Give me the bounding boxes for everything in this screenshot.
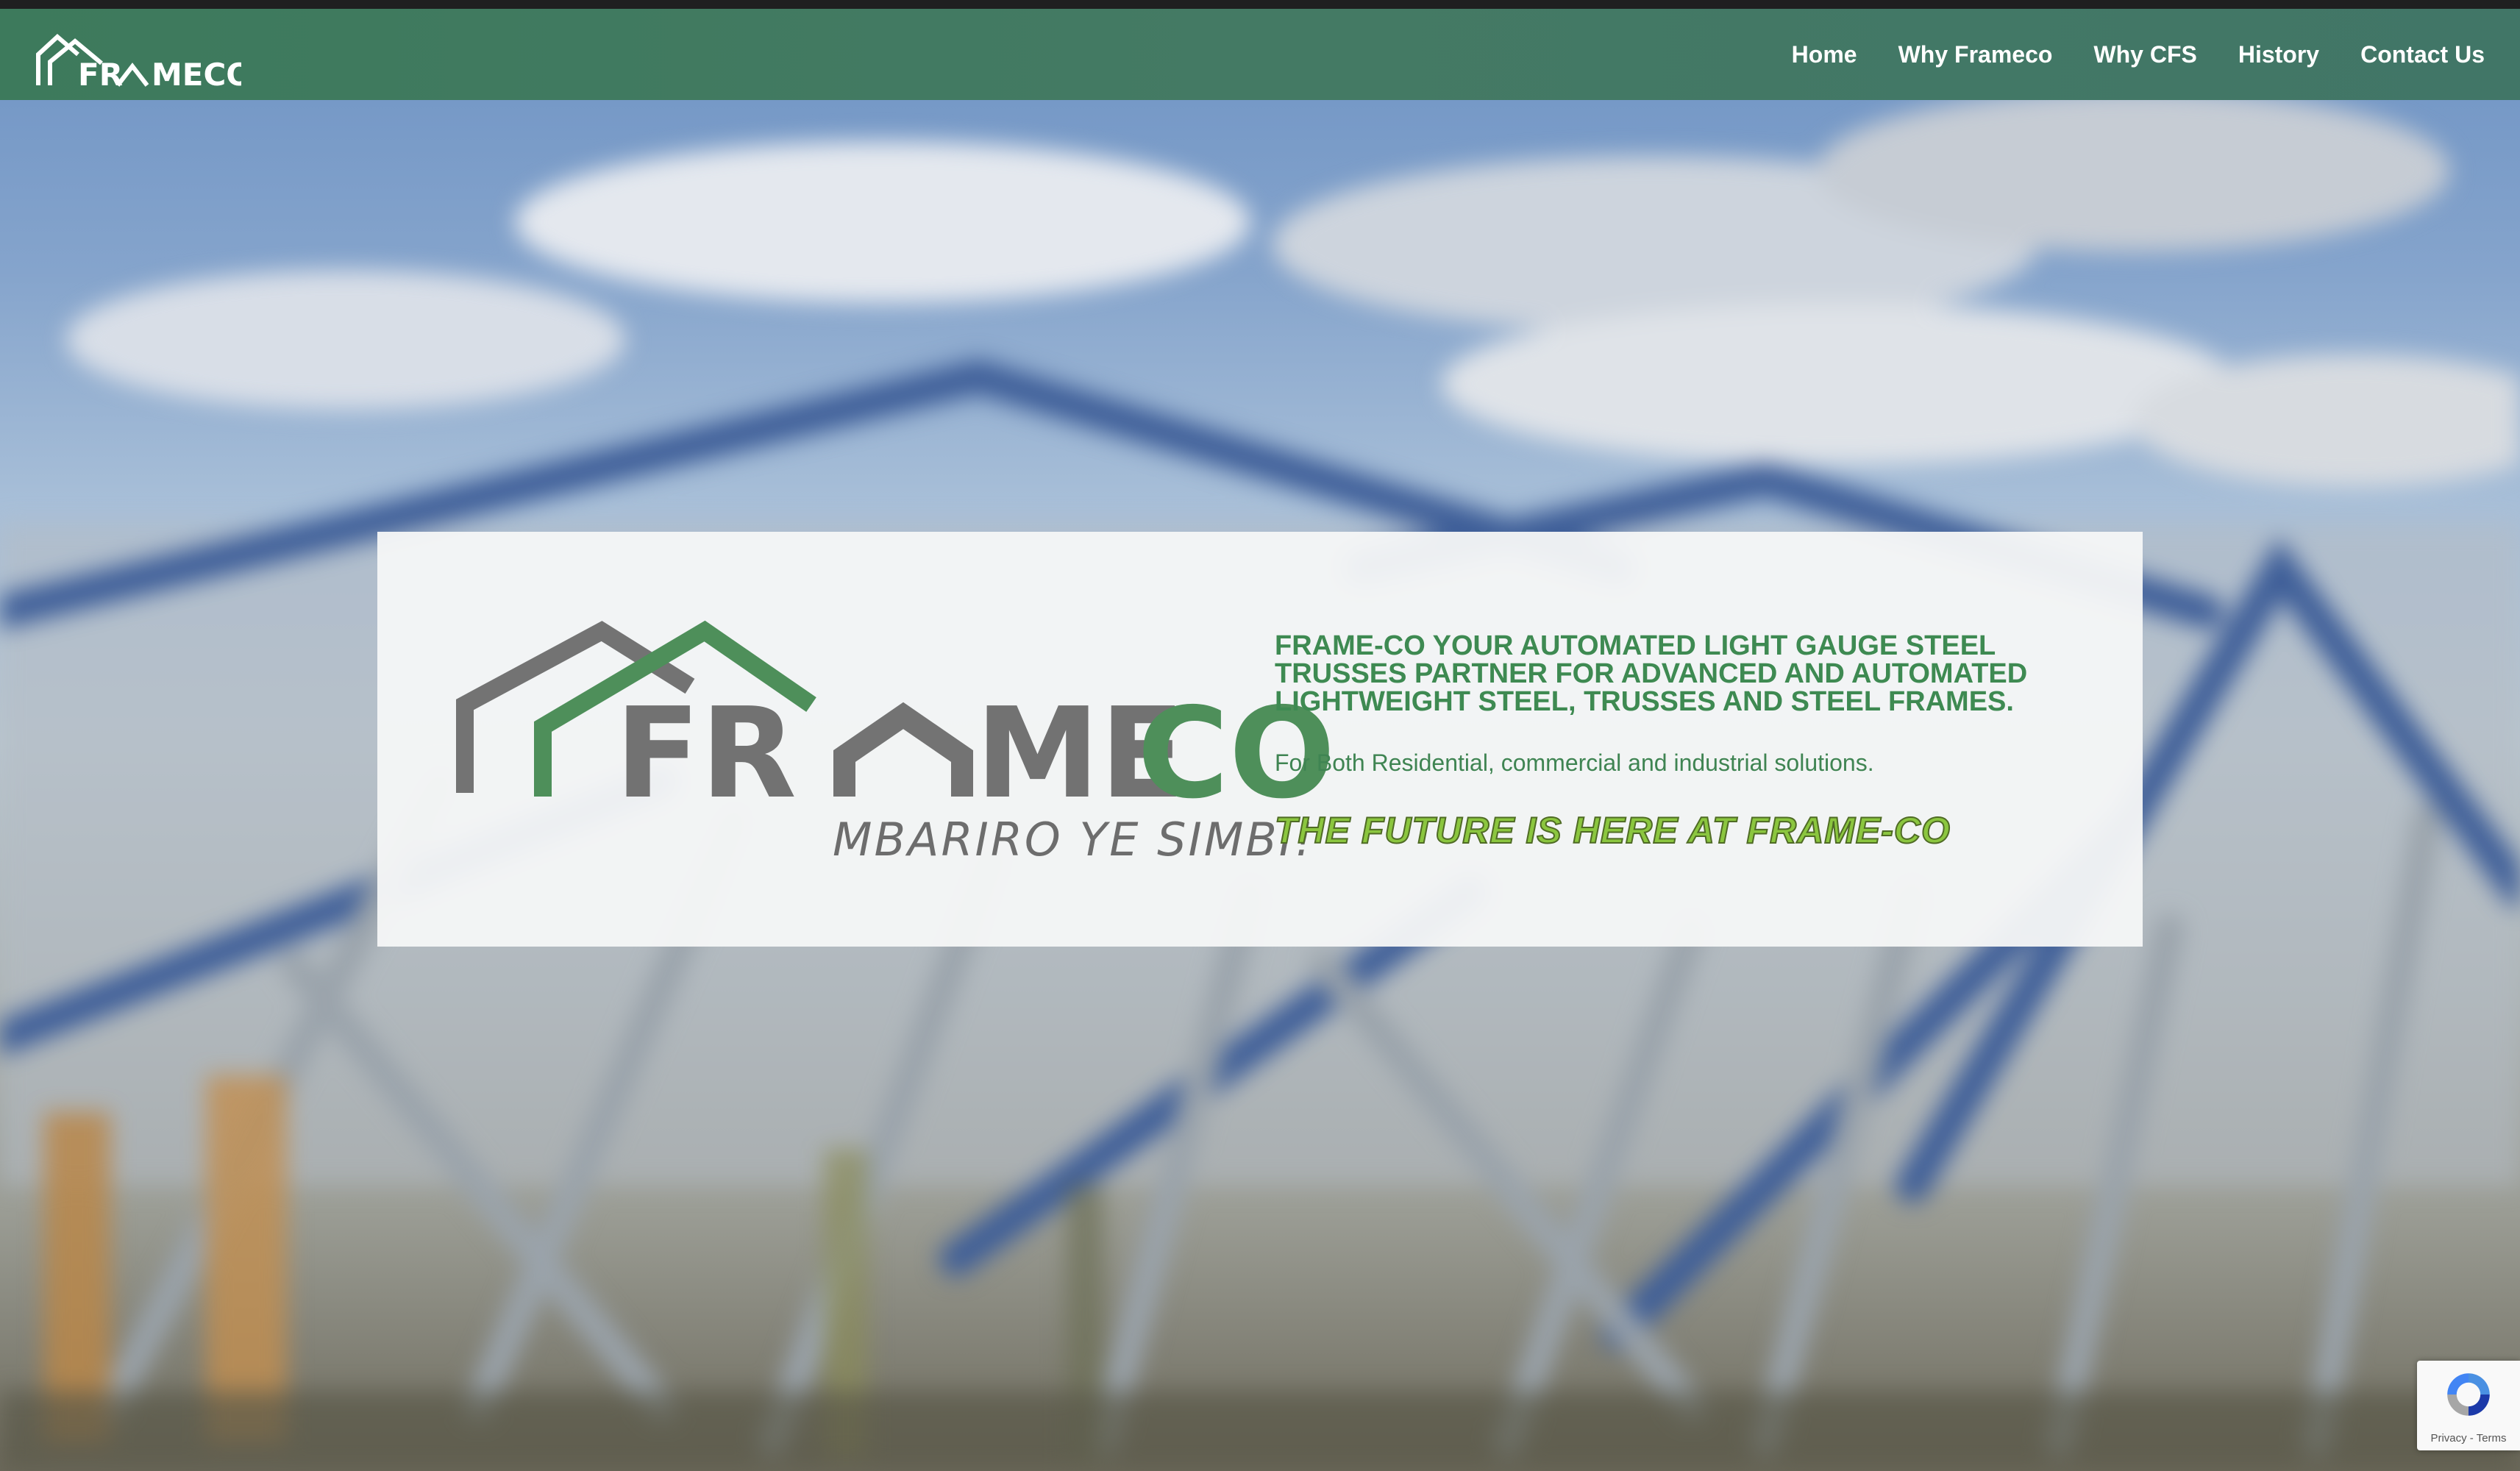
recaptcha-separator: - bbox=[2466, 1432, 2477, 1445]
nav-home-link[interactable]: Home bbox=[1792, 41, 1857, 68]
hero-headline-line-3: LIGHTWEIGHT STEEL, TRUSSES AND STEEL FRA… bbox=[1275, 686, 2014, 717]
nav-logo-text-fr: FR bbox=[78, 57, 123, 91]
hero-headline-line-2: TRUSSES PARTNER FOR ADVANCED AND AUTOMAT… bbox=[1275, 658, 2028, 689]
hero-headline-line-1: FRAME-CO YOUR AUTOMATED LIGHT GAUGE STEE… bbox=[1275, 630, 1996, 661]
nav-why-frameco-link[interactable]: Why Frameco bbox=[1898, 41, 2053, 68]
nav-history-link[interactable]: History bbox=[2238, 41, 2319, 68]
frameco-nav-logo[interactable]: FR MECO bbox=[35, 25, 241, 91]
hero-tagline: THE FUTURE IS HERE AT FRAME-CO bbox=[1274, 809, 1951, 852]
top-navigation-bar: FR MECO Home Why Frameco Why CFS History… bbox=[0, 9, 2520, 100]
recaptcha-icon bbox=[2447, 1373, 2490, 1416]
logo-text-fr: FR bbox=[615, 681, 797, 827]
hero-headline: FRAME-CO YOUR AUTOMATED LIGHT GAUGE STEE… bbox=[1275, 632, 2099, 716]
hero-copy: FRAME-CO YOUR AUTOMATED LIGHT GAUGE STEE… bbox=[1274, 632, 2099, 852]
recaptcha-privacy-link[interactable]: Privacy bbox=[2430, 1432, 2466, 1445]
logo-slogan: MBARIRO YE SIMBI! bbox=[833, 813, 1315, 866]
nav-why-cfs-link[interactable]: Why CFS bbox=[2093, 41, 2196, 68]
recaptcha-badge[interactable]: Privacy - Terms bbox=[2417, 1361, 2520, 1450]
nav-logo-text-meco: MECO bbox=[152, 57, 241, 91]
recaptcha-terms-link[interactable]: Terms bbox=[2477, 1432, 2507, 1445]
hero-subline: For Both Residential, commercial and ind… bbox=[1275, 749, 1874, 776]
recaptcha-links: Privacy - Terms bbox=[2417, 1432, 2520, 1445]
nav-menu: Home Why Frameco Why CFS History Contact… bbox=[1792, 9, 2485, 100]
browser-top-strip bbox=[0, 0, 2520, 9]
nav-contact-us-link[interactable]: Contact Us bbox=[2360, 41, 2485, 68]
hero-card: FR ME CO MBARIRO YE SIMBI! FRAME-CO YOUR… bbox=[377, 532, 2143, 947]
